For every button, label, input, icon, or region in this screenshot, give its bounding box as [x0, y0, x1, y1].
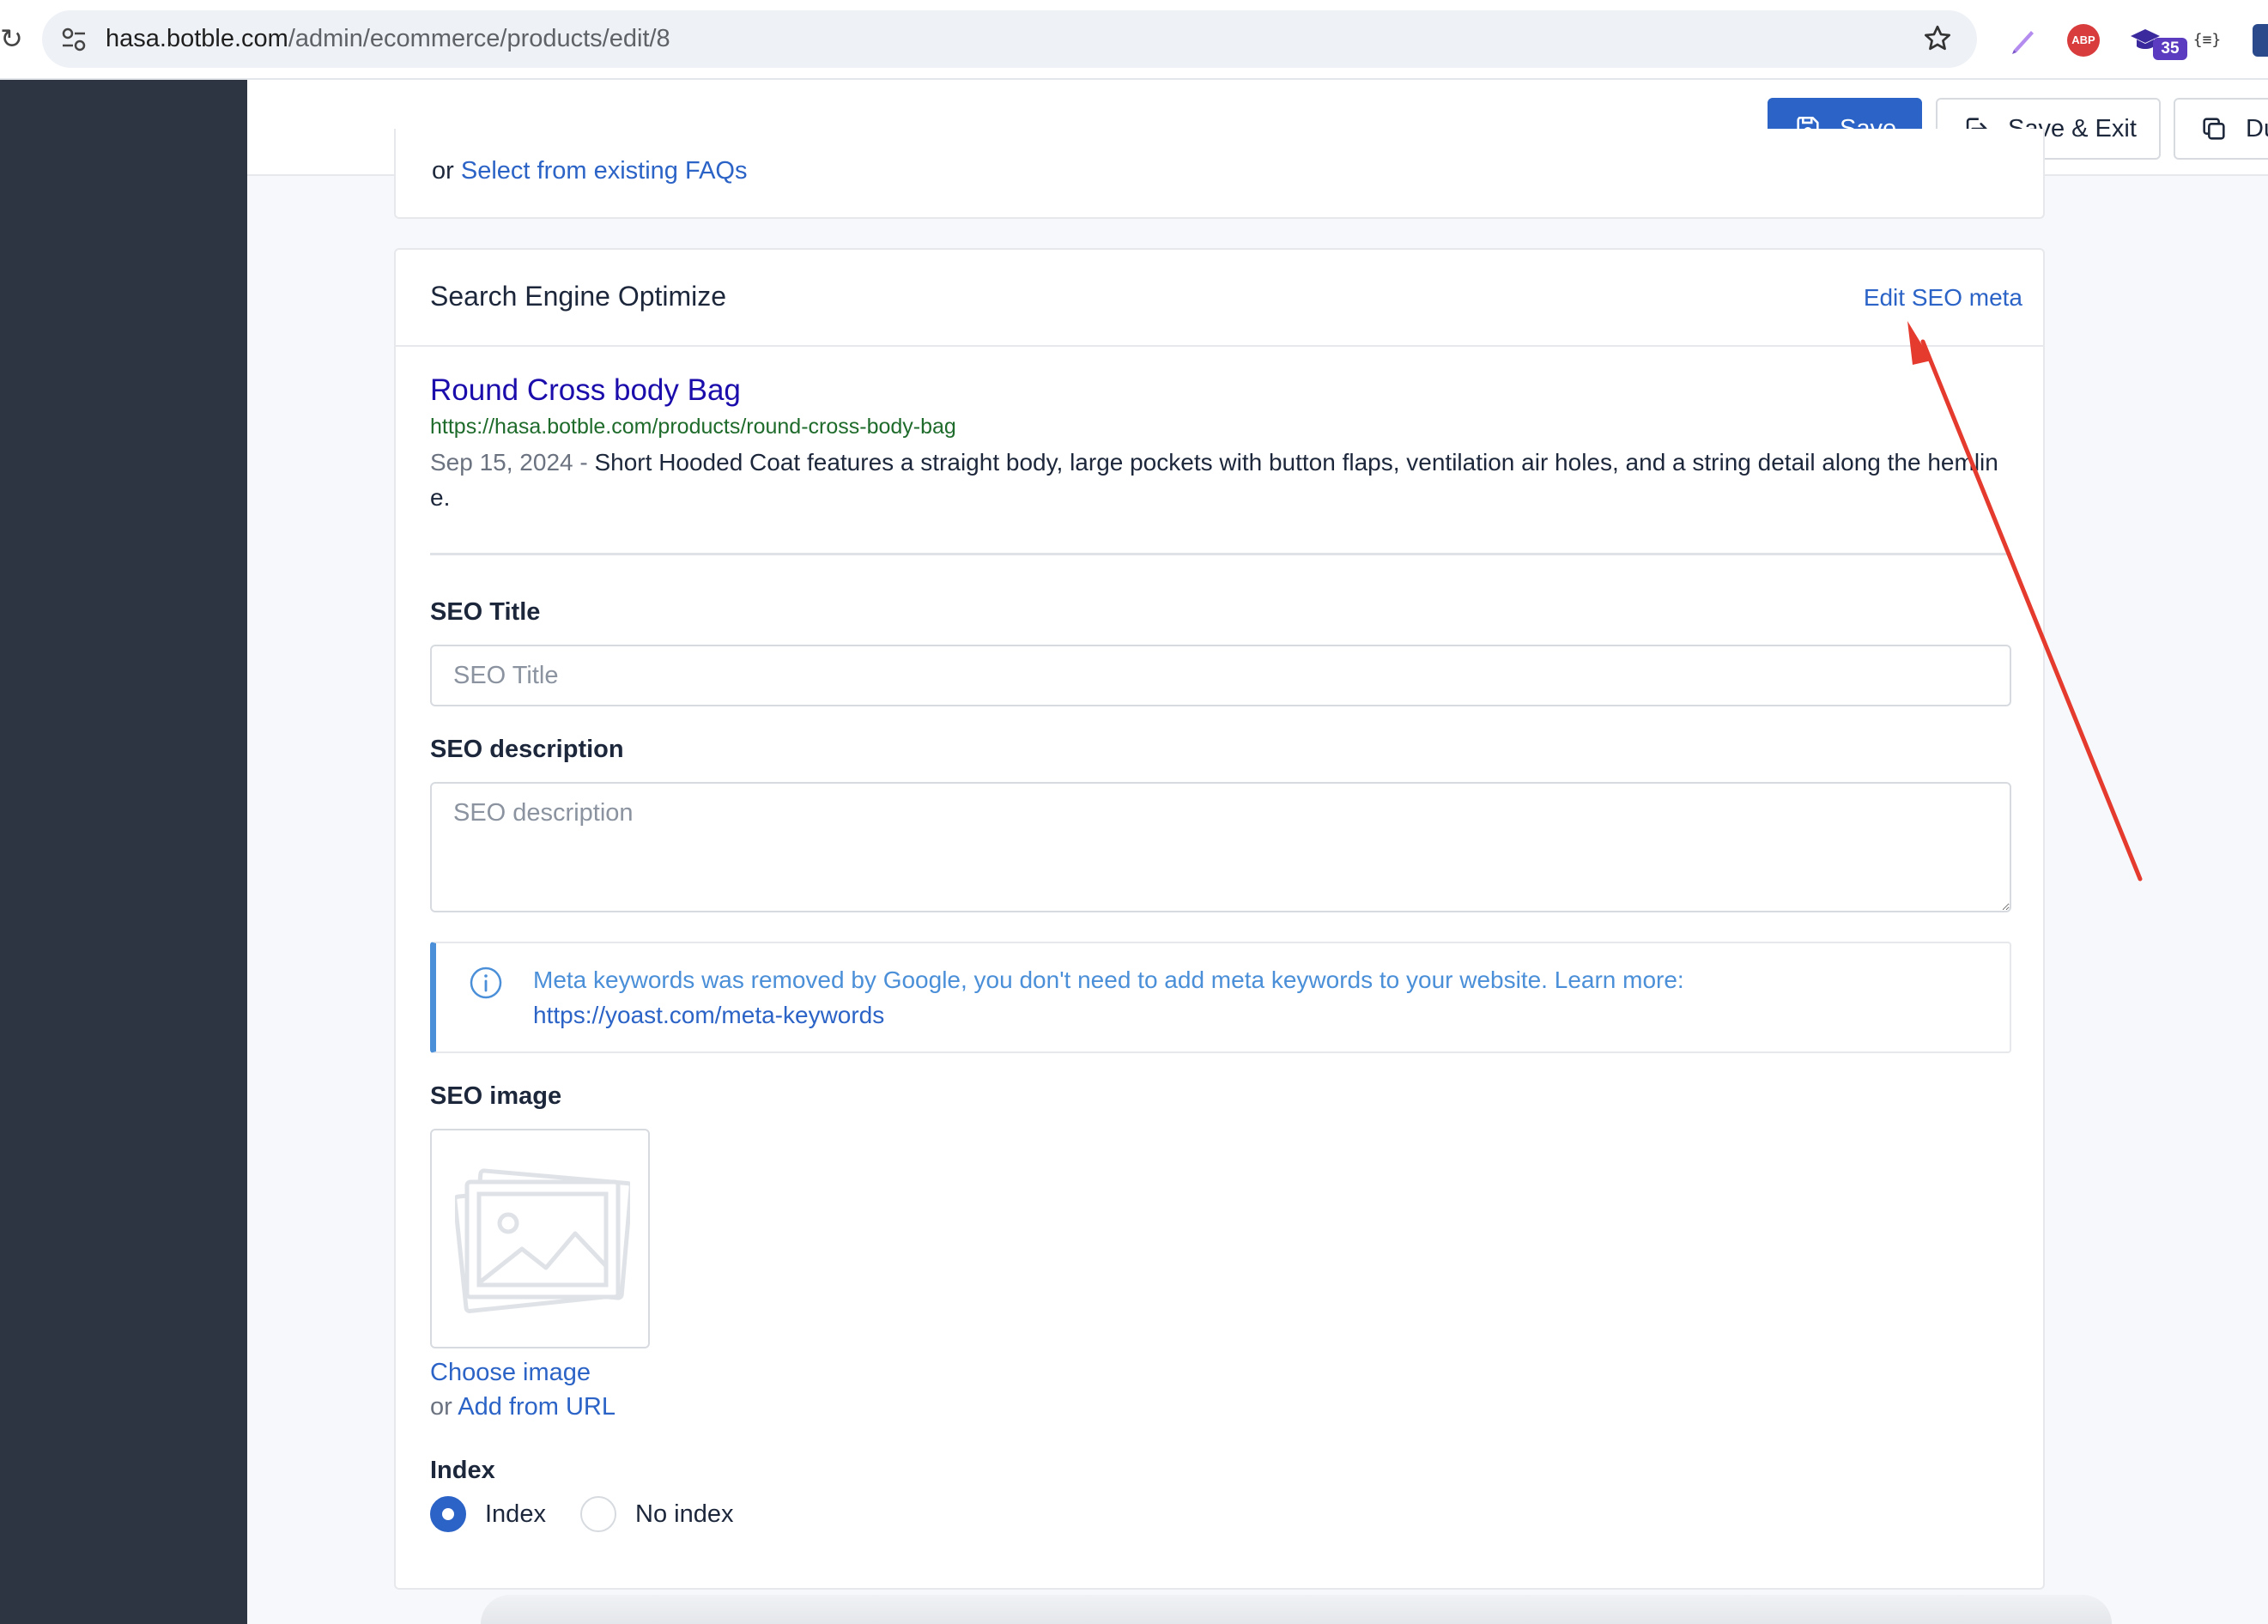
- admin-sidebar: [0, 80, 247, 1624]
- seo-title-input[interactable]: [430, 645, 2011, 706]
- seo-image-label: SEO image: [430, 1082, 562, 1110]
- alert-learn-more-link[interactable]: https://yoast.com/meta-keywords: [533, 1002, 884, 1028]
- seo-preview-text: Short Hooded Coat features a straight bo…: [430, 449, 1998, 511]
- meta-keywords-alert: Meta keywords was removed by Google, you…: [430, 942, 2011, 1053]
- seo-preview-url: https://hasa.botble.com/products/round-c…: [430, 415, 956, 439]
- seo-card-title: Search Engine Optimize: [430, 281, 727, 312]
- no-index-radio[interactable]: [580, 1496, 616, 1532]
- address-bar[interactable]: hasa.botble.com/admin/ecommerce/products…: [42, 10, 1977, 68]
- seo-card-header: Search Engine Optimize Edit SEO meta: [396, 250, 2043, 347]
- faq-card: or Select from existing FAQs: [394, 129, 2045, 219]
- site-info-icon[interactable]: [59, 25, 88, 54]
- json-extension-icon[interactable]: {≡}: [2191, 24, 2223, 57]
- duplicate-label: Du: [2246, 114, 2268, 142]
- seo-preview-date: Sep 15, 2024 -: [430, 449, 588, 476]
- faq-or-text: or: [432, 157, 454, 185]
- seo-preview-title: Round Cross body Bag: [430, 373, 741, 407]
- extension-badge: 35: [2153, 38, 2187, 60]
- seo-card: Search Engine Optimize Edit SEO meta Rou…: [394, 248, 2045, 1590]
- info-icon: [470, 967, 502, 999]
- seo-preview-description: Sep 15, 2024 - Short Hooded Coat feature…: [430, 445, 2014, 515]
- select-existing-faqs-link[interactable]: Select from existing FAQs: [461, 157, 748, 185]
- divider: [430, 553, 2011, 555]
- seo-description-textarea[interactable]: [430, 782, 2011, 912]
- copy-icon: [2203, 118, 2225, 140]
- browser-toolbar: ↻ hasa.botble.com/admin/ecommerce/produc…: [0, 0, 2268, 80]
- bottom-shadow: [481, 1595, 2112, 1624]
- index-radio-label: Index: [485, 1500, 546, 1528]
- reload-icon[interactable]: ↻: [0, 22, 23, 55]
- pen-extension-icon[interactable]: [2007, 24, 2040, 57]
- adblock-extension-icon[interactable]: ABP: [2067, 24, 2100, 57]
- url-text[interactable]: hasa.botble.com/admin/ecommerce/products…: [106, 25, 670, 53]
- faq-select-line: or Select from existing FAQs: [432, 157, 747, 185]
- edit-seo-meta-link[interactable]: Edit SEO meta: [1864, 284, 2022, 312]
- image-placeholder-icon: [455, 1168, 630, 1313]
- seo-image-placeholder[interactable]: [430, 1129, 650, 1348]
- bookmark-star-icon[interactable]: [1922, 23, 1953, 54]
- url-host: hasa.botble.com: [106, 25, 288, 52]
- choose-image-link[interactable]: Choose image: [430, 1359, 591, 1387]
- alert-message: Meta keywords was removed by Google, you…: [533, 962, 1992, 1033]
- seo-description-label: SEO description: [430, 736, 624, 763]
- no-index-radio-label: No index: [635, 1500, 734, 1528]
- index-radio-option[interactable]: Index: [430, 1496, 546, 1532]
- add-from-url-line: or Add from URL: [430, 1393, 616, 1421]
- seo-title-label: SEO Title: [430, 598, 541, 626]
- alert-message-text: Meta keywords was removed by Google, you…: [533, 967, 1684, 993]
- duplicate-button[interactable]: Du: [2174, 98, 2268, 160]
- index-radio[interactable]: [430, 1496, 466, 1532]
- add-from-url-link[interactable]: Add from URL: [458, 1393, 616, 1421]
- profile-extension-icon[interactable]: [2253, 24, 2268, 57]
- index-label: Index: [430, 1457, 495, 1484]
- url-path: /admin/ecommerce/products/edit/8: [288, 25, 670, 52]
- or-text: or: [430, 1393, 452, 1421]
- no-index-radio-option[interactable]: No index: [580, 1496, 733, 1532]
